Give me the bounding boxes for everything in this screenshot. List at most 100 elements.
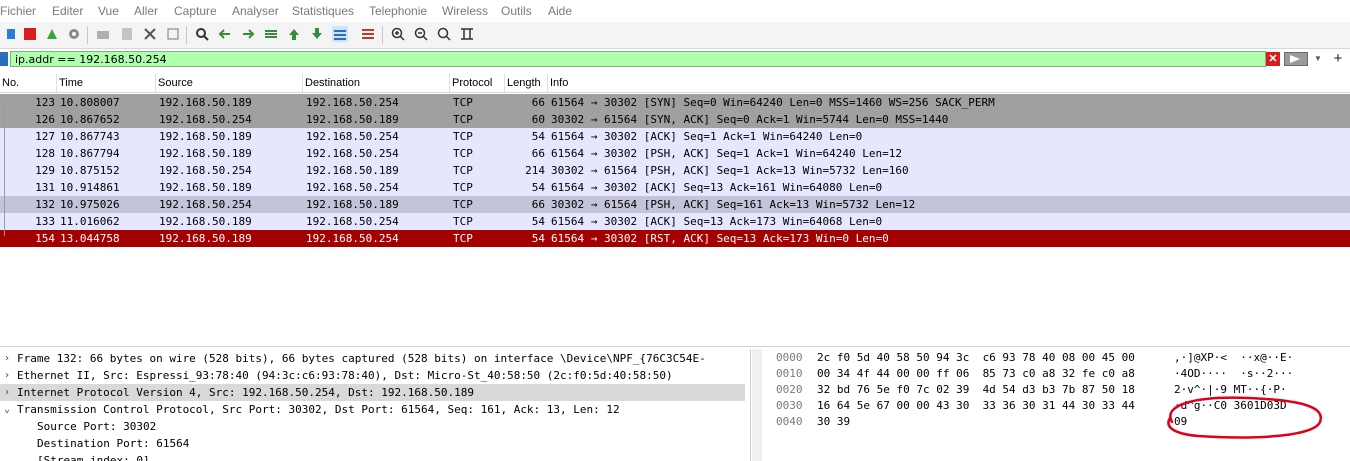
detail-row[interactable]: › Internet Protocol Version 4, Src: 192.1… — [0, 384, 745, 401]
packet-cell-len: 66 — [531, 147, 545, 160]
column-header-time[interactable]: Time — [57, 74, 156, 92]
packet-cell-time: 10.808007 — [60, 96, 120, 109]
packet-cell-no: 132 — [35, 198, 55, 211]
column-header-source[interactable]: Source — [156, 74, 303, 92]
column-header-info[interactable]: Info — [548, 74, 1350, 92]
go-back-icon[interactable] — [217, 26, 233, 42]
hex-bytes[interactable]: 2c f0 5d 40 58 50 94 3c c6 93 78 40 08 0… — [817, 350, 1135, 366]
packet-cell-info: 61564 → 30302 [ACK] Seq=13 Ack=161 Win=6… — [551, 181, 883, 194]
packet-cell-len: 54 — [531, 130, 545, 143]
menu-aller[interactable]: Aller — [134, 4, 158, 18]
detail-text: Ethernet II, Src: Espressi_93:78:40 (94:… — [17, 369, 673, 382]
column-header-length[interactable]: Length — [505, 74, 548, 92]
packet-row[interactable]: 123 10.808007 192.168.50.189 192.168.50.254… — [0, 94, 1350, 111]
chevron-down-icon[interactable]: ▼ — [1312, 52, 1324, 66]
menu-capture[interactable]: Capture — [174, 4, 217, 18]
packet-list-header: No. Time Source Destination Protocol Len… — [0, 74, 1350, 93]
first-packet-icon[interactable] — [286, 26, 302, 42]
packet-cell-dst: 192.168.50.189 — [306, 164, 399, 177]
zoom-out-icon[interactable] — [413, 26, 429, 42]
detail-row[interactable]: › Frame 132: 66 bytes on wire (528 bits),… — [0, 350, 745, 367]
chevron-down-icon[interactable]: ⌄ — [4, 401, 10, 418]
last-packet-icon[interactable] — [309, 26, 325, 42]
column-header-no[interactable]: No. — [0, 74, 57, 92]
clear-filter-icon[interactable]: ✕ — [1266, 52, 1280, 66]
details-scrollbar[interactable] — [752, 349, 762, 461]
red-circle-annotation — [1167, 396, 1323, 439]
column-header-destination[interactable]: Destination — [303, 74, 450, 92]
packet-row[interactable]: 131 10.914861 192.168.50.189 192.168.50.254… — [0, 179, 1350, 196]
menu-fichier[interactable]: Fichier — [0, 4, 36, 18]
menu-vue[interactable]: Vue — [98, 4, 119, 18]
hex-bytes[interactable]: 16 64 5e 67 00 00 43 30 33 36 30 31 44 3… — [817, 398, 1135, 414]
packet-row[interactable]: 126 10.867652 192.168.50.254 192.168.50.189… — [0, 111, 1350, 128]
packet-row[interactable]: 154 13.044758 192.168.50.189 192.168.50.254… — [0, 230, 1350, 247]
hex-bytes[interactable]: 00 34 4f 44 00 00 ff 06 85 73 c0 a8 32 f… — [817, 366, 1135, 382]
detail-row[interactable]: ⌄ Transmission Control Protocol, Src Port… — [0, 401, 745, 418]
packet-cell-len: 66 — [531, 198, 545, 211]
detail-row[interactable]: Source Port: 30302 — [0, 418, 745, 435]
display-filter-input[interactable]: ip.addr == 192.168.50.254 — [10, 51, 1266, 67]
normal-size-icon[interactable] — [436, 26, 452, 42]
packet-row[interactable]: 128 10.867794 192.168.50.189 192.168.50.254… — [0, 145, 1350, 162]
packet-row[interactable]: 132 10.975026 192.168.50.254 192.168.50.189… — [0, 196, 1350, 213]
detail-text: [Stream index: 0] — [37, 454, 150, 461]
open-file-icon[interactable] — [95, 26, 111, 42]
detail-row[interactable]: › Ethernet II, Src: Espressi_93:78:40 (94… — [0, 367, 745, 384]
packet-cell-dst: 192.168.50.254 — [306, 147, 399, 160]
packet-row[interactable]: 129 10.875152 192.168.50.254 192.168.50.189… — [0, 162, 1350, 179]
menu-analyser[interactable]: Analyser — [232, 4, 279, 18]
menu-telephonie[interactable]: Telephonie — [369, 4, 427, 18]
capture-options-icon[interactable] — [66, 26, 82, 42]
column-header-protocol[interactable]: Protocol — [450, 74, 505, 92]
packet-cell-info: 30302 → 61564 [PSH, ACK] Seq=161 Ack=13 … — [551, 198, 916, 211]
menu-editer[interactable]: Editer — [52, 4, 83, 18]
packet-row[interactable]: 127 10.867743 192.168.50.189 192.168.50.254… — [0, 128, 1350, 145]
packet-cell-src: 192.168.50.189 — [159, 130, 252, 143]
hex-bytes[interactable]: 32 bd 76 5e f0 7c 02 39 4d 54 d3 b3 7b 8… — [817, 382, 1135, 398]
save-file-icon[interactable] — [119, 26, 135, 42]
detail-row[interactable]: Destination Port: 61564 — [0, 435, 745, 452]
resize-columns-icon[interactable] — [459, 26, 475, 42]
hex-ascii[interactable]: ,·]@XP·< ··x@··E· — [1174, 350, 1293, 366]
zoom-in-icon[interactable] — [390, 26, 406, 42]
packet-cell-proto: TCP — [453, 164, 473, 177]
find-packet-icon[interactable] — [194, 26, 210, 42]
packet-cell-time: 11.016062 — [60, 215, 120, 228]
chevron-right-icon[interactable]: › — [4, 384, 10, 401]
close-file-icon[interactable] — [142, 26, 158, 42]
packet-cell-proto: TCP — [453, 113, 473, 126]
start-capture-icon[interactable] — [3, 26, 19, 42]
colorize-icon[interactable] — [360, 26, 376, 42]
menu-aide[interactable]: Aide — [548, 4, 572, 18]
packet-cell-proto: TCP — [453, 215, 473, 228]
chevron-right-icon[interactable]: › — [4, 350, 10, 367]
menu-outils[interactable]: Outils — [501, 4, 532, 18]
menu-statistiques[interactable]: Statistiques — [292, 4, 354, 18]
main-toolbar — [0, 22, 1350, 49]
restart-capture-icon[interactable] — [44, 26, 60, 42]
auto-scroll-icon[interactable] — [332, 26, 348, 42]
packet-list: No. Time Source Destination Protocol Len… — [0, 74, 1350, 346]
chevron-right-icon[interactable]: › — [4, 367, 10, 384]
packet-cell-info: 61564 → 30302 [ACK] Seq=1 Ack=1 Win=6424… — [551, 130, 863, 143]
bookmark-icon[interactable] — [0, 52, 8, 66]
go-to-packet-icon[interactable] — [263, 26, 279, 42]
hex-bytes[interactable]: 30 39 — [817, 414, 850, 430]
hex-row: 0000 2c f0 5d 40 58 50 94 3c c6 93 78 40 … — [766, 350, 1350, 366]
menu-wireless[interactable]: Wireless — [442, 4, 488, 18]
packet-row[interactable]: 133 11.016062 192.168.50.189 192.168.50.254… — [0, 213, 1350, 230]
detail-text: Destination Port: 61564 — [37, 437, 190, 450]
go-forward-icon[interactable] — [240, 26, 256, 42]
pane-splitter[interactable] — [0, 346, 1350, 347]
stop-capture-icon[interactable] — [22, 26, 38, 42]
packet-cell-dst: 192.168.50.189 — [306, 113, 399, 126]
packet-cell-dst: 192.168.50.254 — [306, 96, 399, 109]
apply-filter-button[interactable] — [1284, 52, 1308, 66]
detail-text: Source Port: 30302 — [37, 420, 157, 433]
add-filter-button-icon[interactable]: + — [1330, 50, 1346, 68]
detail-row[interactable]: [Stream index: 0] — [0, 452, 745, 461]
hex-ascii[interactable]: ·4OD···· ·s··2··· — [1174, 366, 1293, 382]
reload-file-icon[interactable] — [165, 26, 181, 42]
packet-cell-src: 192.168.50.189 — [159, 215, 252, 228]
